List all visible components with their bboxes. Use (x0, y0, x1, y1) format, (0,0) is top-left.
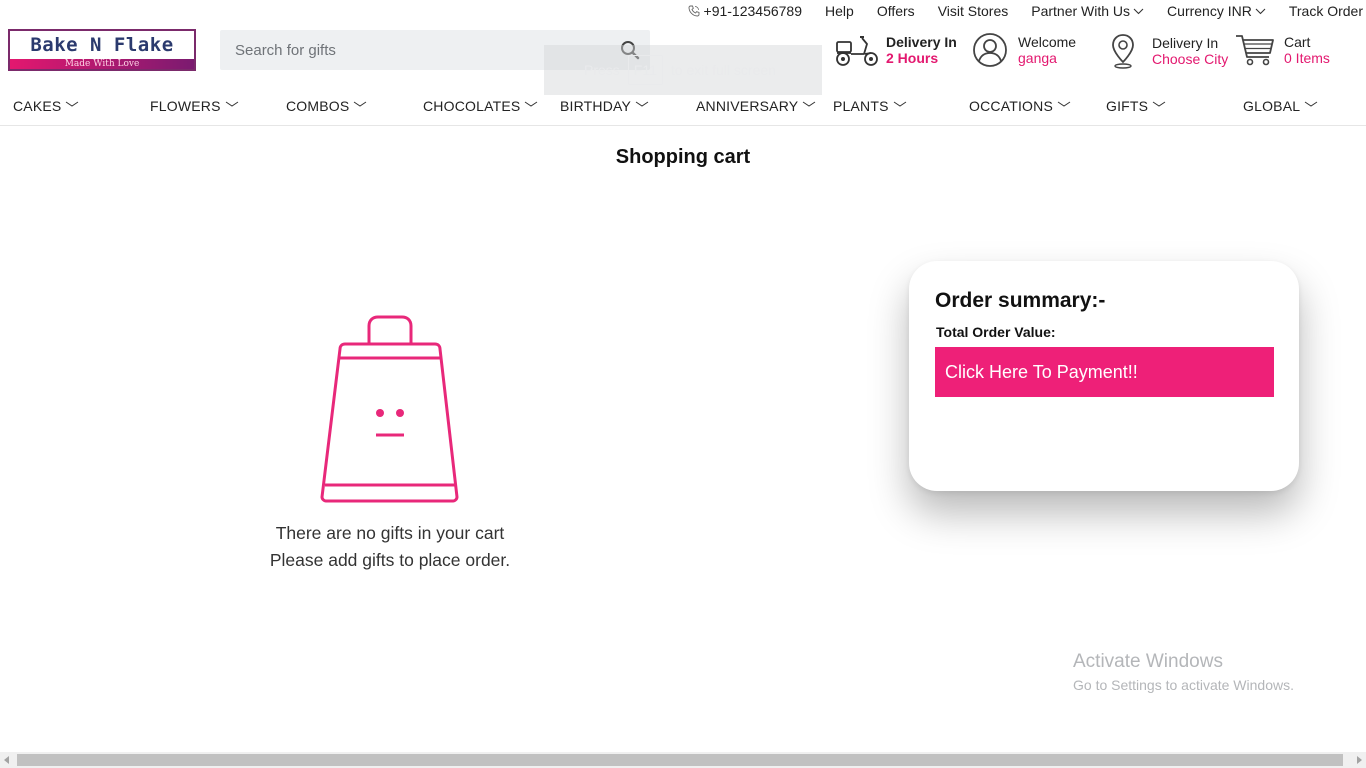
currency-label: Currency INR (1167, 3, 1252, 19)
category-nav: CAKES FLOWERS COMBOS CHOCOLATES BIRTHDAY… (0, 88, 1366, 126)
nav-item-label: CHOCOLATES (423, 98, 521, 114)
nav-item-label: COMBOS (286, 98, 350, 114)
horizontal-scrollbar[interactable] (0, 752, 1366, 768)
cart-icon (1236, 35, 1274, 66)
partner-label: Partner With Us (1031, 3, 1131, 19)
delivery-time-block[interactable]: Delivery In 2 Hours (834, 32, 957, 68)
empty-cart-line2: Please add gifts to place order. (269, 550, 511, 570)
delivery-time-label: Delivery In (886, 34, 957, 50)
scroll-right-arrow-icon[interactable] (1355, 756, 1363, 764)
phone-link[interactable]: +91-123456789 (688, 3, 803, 19)
chevron-down-icon (66, 101, 79, 107)
chevron-down-icon (354, 101, 367, 107)
nav-item-flowers[interactable]: FLOWERS (150, 98, 239, 114)
scooter-icon (836, 36, 878, 66)
nav-item-label: GIFTS (1106, 98, 1149, 114)
watermark-title: Activate Windows (1073, 651, 1223, 672)
nav-item-cakes[interactable]: CAKES (13, 98, 79, 114)
cart-label: Cart (1284, 34, 1311, 50)
welcome-label: Welcome (1018, 34, 1077, 50)
city-selector[interactable]: Delivery In Choose City (1108, 32, 1228, 70)
cart-block[interactable]: Cart 0 Items (1234, 32, 1330, 68)
city-value: Choose City (1152, 51, 1229, 67)
nav-item-label: ANNIVERSARY (696, 98, 799, 114)
nav-item-label: BIRTHDAY (560, 98, 632, 114)
chevron-down-icon (525, 101, 538, 107)
order-summary-title: Order summary:- (935, 289, 1106, 312)
account-block[interactable]: Welcome ganga (972, 32, 1076, 68)
payment-button[interactable]: Click Here To Payment!! (935, 347, 1274, 397)
windows-activation-watermark: Activate Windows Go to Settings to activ… (1073, 651, 1294, 695)
page-title: Shopping cart (615, 146, 751, 168)
logo-tagline: Made With Love (10, 59, 194, 69)
chevron-down-icon (803, 101, 816, 107)
cart-count: 0 Items (1284, 50, 1330, 66)
visit-stores-link[interactable]: Visit Stores (938, 3, 1009, 19)
nav-item-label: OCCATIONS (969, 98, 1053, 114)
offers-link[interactable]: Offers (877, 3, 915, 19)
empty-cart-message: There are no gifts in your cart Please a… (240, 520, 540, 574)
username: ganga (1018, 50, 1057, 66)
scrollbar-thumb[interactable] (17, 754, 1343, 766)
nav-item-gifts[interactable]: GIFTS (1106, 98, 1166, 114)
site-logo[interactable]: Bake N Flake Made With Love (8, 29, 196, 71)
chevron-down-icon (1133, 8, 1144, 14)
cart-text: Cart 0 Items (1284, 34, 1330, 66)
help-link[interactable]: Help (825, 3, 854, 19)
user-icon (973, 33, 1007, 67)
nav-item-anniversary[interactable]: ANNIVERSARY (696, 98, 816, 114)
nav-item-label: PLANTS (833, 98, 889, 114)
chevron-down-icon (635, 101, 649, 107)
chevron-down-icon (893, 101, 906, 107)
delivery-time-value: 2 Hours (886, 50, 939, 66)
logo-name: Bake N Flake (30, 34, 174, 56)
fullscreen-prefix: Press (584, 62, 620, 78)
total-order-value-label: Total Order Value: (936, 324, 1056, 340)
fullscreen-suffix: to exit full screen (670, 62, 776, 78)
chevron-down-icon (1152, 101, 1166, 107)
chevron-down-icon (1255, 8, 1266, 14)
city-label: Delivery In (1152, 35, 1219, 51)
chevron-down-icon (225, 101, 238, 107)
nav-item-label: CAKES (13, 98, 62, 114)
chevron-down-icon (1304, 101, 1318, 107)
chevron-down-icon (1057, 101, 1071, 107)
city-text: Delivery In Choose City (1152, 35, 1228, 67)
account-text: Welcome ganga (1018, 34, 1076, 66)
watermark-subtitle: Go to Settings to activate Windows. (1073, 677, 1294, 693)
phone-icon (688, 5, 699, 17)
partner-dropdown[interactable]: Partner With Us (1031, 3, 1144, 19)
nav-item-label: GLOBAL (1243, 98, 1301, 114)
nav-item-occations[interactable]: OCCATIONS (969, 98, 1071, 114)
fullscreen-key: F11 (627, 55, 663, 85)
currency-dropdown[interactable]: Currency INR (1167, 3, 1266, 19)
nav-item-plants[interactable]: PLANTS (833, 98, 907, 114)
nav-item-chocolates[interactable]: CHOCOLATES (423, 98, 538, 114)
empty-cart-line1: There are no gifts in your cart (275, 523, 505, 543)
location-pin-icon (1112, 34, 1134, 69)
delivery-time-text: Delivery In 2 Hours (886, 34, 957, 66)
nav-item-label: FLOWERS (150, 98, 221, 114)
nav-item-birthday[interactable]: BIRTHDAY (560, 98, 649, 114)
order-summary-card: Order summary:- Total Order Value: Click… (909, 261, 1299, 491)
nav-item-global[interactable]: GLOBAL (1243, 98, 1318, 114)
scroll-left-arrow-icon[interactable] (3, 756, 11, 764)
phone-number: +91-123456789 (703, 3, 803, 19)
empty-bag-icon (320, 315, 459, 503)
track-order-link[interactable]: Track Order (1289, 3, 1363, 19)
nav-item-combos[interactable]: COMBOS (286, 98, 367, 114)
top-utility-bar: +91-123456789 Help Offers Visit Stores P… (665, 0, 1366, 22)
